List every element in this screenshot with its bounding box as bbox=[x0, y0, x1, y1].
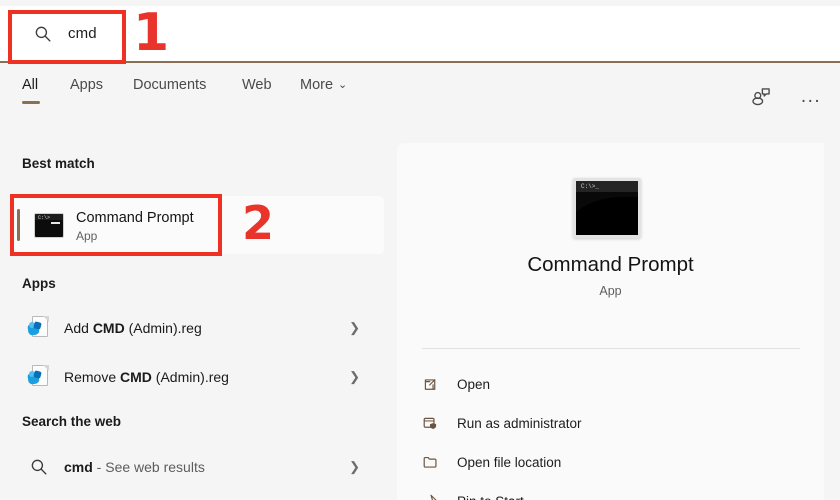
list-item[interactable]: Add CMD (Admin).reg ❯ bbox=[12, 306, 382, 350]
best-match-title: Command Prompt bbox=[76, 210, 194, 226]
command-prompt-icon: C:\> bbox=[34, 213, 64, 238]
section-heading-search-the-web: Search the web bbox=[22, 414, 121, 429]
label-suffix: - See web results bbox=[93, 459, 205, 475]
annotation-number-2: 2 bbox=[242, 200, 274, 246]
tab-all[interactable]: All bbox=[22, 77, 38, 93]
open-external-icon bbox=[419, 373, 441, 395]
list-item-label: cmd - See web results bbox=[64, 459, 205, 475]
search-input-value: cmd bbox=[68, 25, 97, 42]
section-heading-best-match: Best match bbox=[22, 156, 95, 171]
label-highlight: CMD bbox=[93, 320, 125, 336]
label-prefix: Remove bbox=[64, 369, 120, 385]
best-match-subtitle: App bbox=[76, 229, 97, 243]
list-item-label: Add CMD (Admin).reg bbox=[64, 320, 202, 336]
search-icon bbox=[26, 458, 52, 476]
tab-web[interactable]: Web bbox=[242, 77, 272, 93]
command-prompt-icon-large: C:\>_ bbox=[573, 178, 641, 238]
action-open-file-location[interactable]: Open file location bbox=[419, 444, 809, 480]
label-prefix: Add bbox=[64, 320, 93, 336]
tab-apps[interactable]: Apps bbox=[70, 77, 103, 93]
tab-documents[interactable]: Documents bbox=[133, 77, 206, 93]
tab-more-label: More bbox=[300, 77, 333, 93]
action-label: Run as administrator bbox=[457, 416, 582, 431]
chevron-right-icon[interactable]: ❯ bbox=[349, 320, 360, 336]
action-label: Pin to Start bbox=[457, 494, 524, 500]
label-suffix: (Admin).reg bbox=[152, 369, 229, 385]
feedback-icon[interactable] bbox=[748, 84, 774, 110]
selection-indicator bbox=[17, 209, 20, 241]
chevron-right-icon[interactable]: ❯ bbox=[349, 369, 360, 385]
registry-file-icon bbox=[26, 365, 52, 389]
action-label: Open file location bbox=[457, 455, 561, 470]
chevron-right-icon[interactable]: ❯ bbox=[349, 459, 360, 475]
label-highlight: cmd bbox=[64, 459, 93, 475]
tab-active-indicator bbox=[22, 101, 40, 104]
list-item[interactable]: cmd - See web results ❯ bbox=[12, 445, 382, 489]
annotation-number-1: 1 bbox=[133, 7, 169, 59]
chevron-down-icon: ⌄ bbox=[338, 78, 347, 91]
header-actions: ... bbox=[748, 84, 824, 110]
action-run-as-administrator[interactable]: Run as administrator bbox=[419, 405, 809, 441]
pin-icon bbox=[419, 490, 441, 500]
action-label: Open bbox=[457, 377, 490, 392]
action-pin-to-start[interactable]: Pin to Start bbox=[419, 483, 809, 500]
shield-admin-icon bbox=[419, 412, 441, 434]
tab-more[interactable]: More ⌄ bbox=[300, 77, 347, 93]
filter-tabs: All Apps Documents Web More ⌄ bbox=[0, 63, 840, 120]
registry-file-icon bbox=[26, 316, 52, 340]
label-highlight: CMD bbox=[120, 369, 152, 385]
detail-panel: C:\>_ Command Prompt App Open bbox=[397, 143, 824, 500]
section-heading-apps: Apps bbox=[22, 276, 56, 291]
action-open[interactable]: Open bbox=[419, 366, 809, 402]
more-options-glyph: ... bbox=[801, 92, 821, 102]
windows-search-flyout: cmd All Apps Documents Web More ⌄ ... Bes… bbox=[0, 0, 840, 500]
search-bar: cmd bbox=[0, 6, 840, 63]
label-suffix: (Admin).reg bbox=[125, 320, 202, 336]
folder-icon bbox=[419, 451, 441, 473]
more-options-icon[interactable]: ... bbox=[798, 84, 824, 110]
list-item-label: Remove CMD (Admin).reg bbox=[64, 369, 229, 385]
list-item[interactable]: Remove CMD (Admin).reg ❯ bbox=[12, 355, 382, 399]
divider bbox=[422, 348, 800, 349]
detail-panel-title: Command Prompt bbox=[397, 253, 824, 277]
best-match-row[interactable]: C:\> Command Prompt App bbox=[12, 196, 384, 254]
detail-panel-subtitle: App bbox=[397, 284, 824, 298]
